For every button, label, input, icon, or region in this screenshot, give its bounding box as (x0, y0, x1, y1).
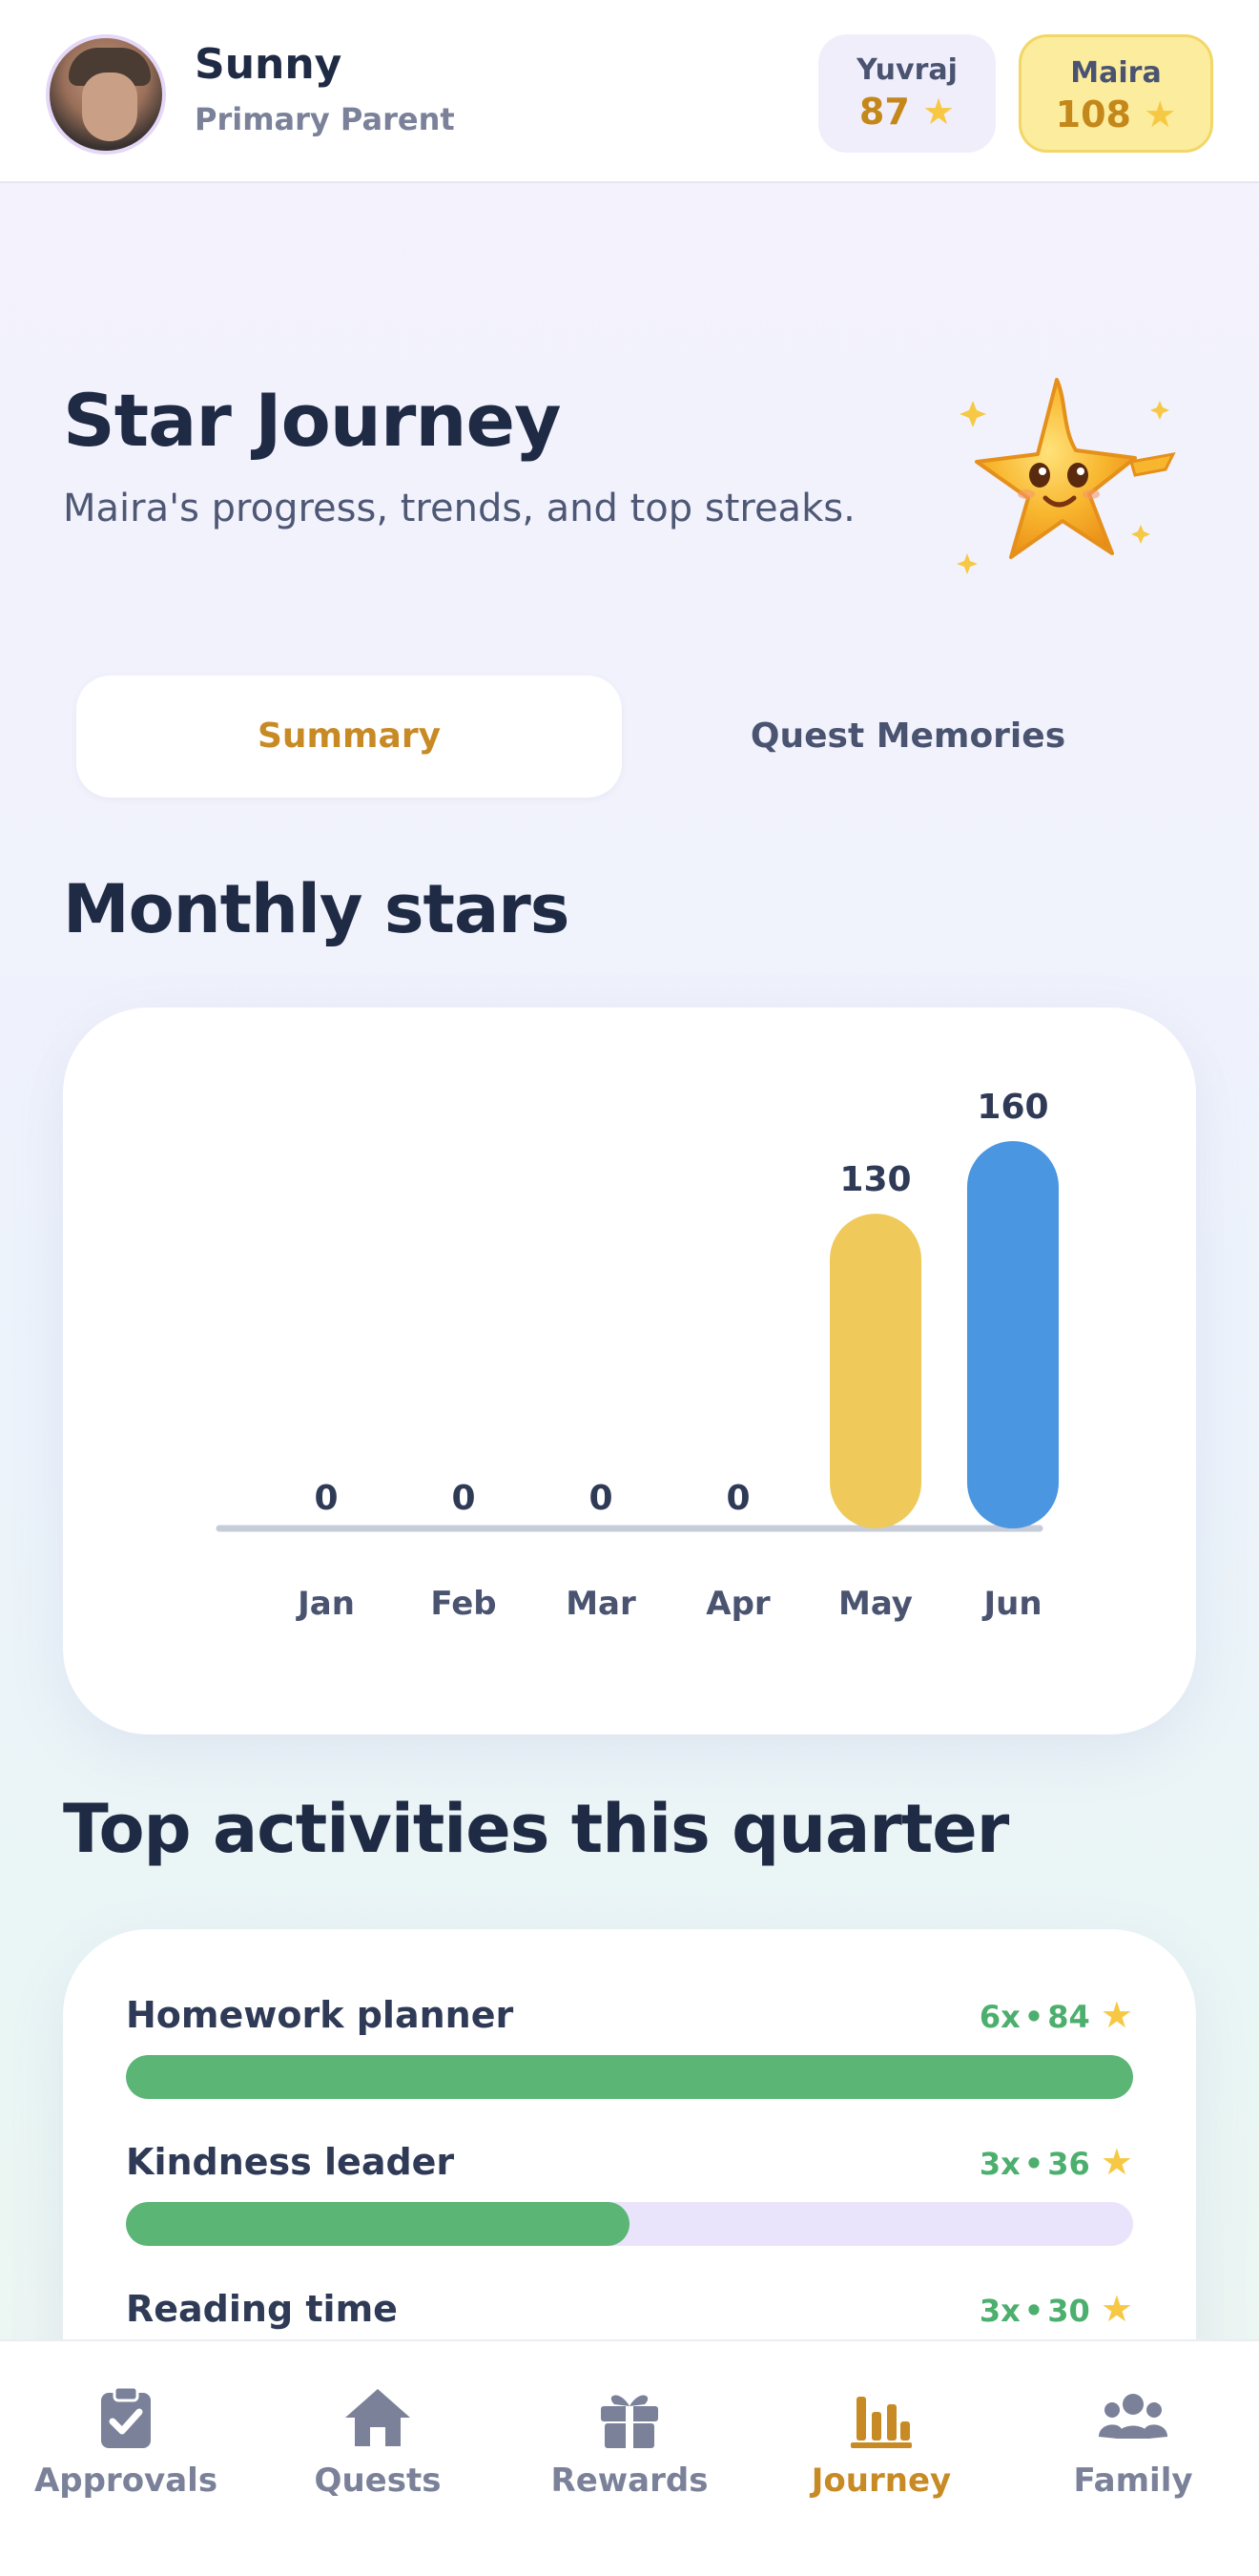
bottom-nav: Approvals Quests Rewards Journey Family (0, 2339, 1259, 2576)
page-subtitle: Maira's progress, trends, and top streak… (63, 487, 856, 530)
nav-label: Journey (811, 2462, 952, 2500)
activity-stats: 3x • 30 ★ (979, 2288, 1133, 2330)
nav-label: Approvals (33, 2462, 218, 2500)
chart-tick-label: May (838, 1585, 913, 1623)
home-icon (345, 2389, 410, 2446)
nav-label: Rewards (550, 2462, 709, 2500)
user-role: Primary Parent (195, 101, 455, 137)
nav-approvals[interactable]: Approvals (0, 2341, 252, 2532)
nav-family[interactable]: Family (1007, 2341, 1259, 2532)
monthly-stars-title: Monthly stars (63, 870, 569, 948)
top-header: Sunny Primary Parent Yuvraj 87 ★ Maira 1… (0, 0, 1259, 183)
gift-icon (601, 2395, 658, 2448)
activities-title: Top activities this quarter (63, 1790, 1009, 1868)
kid-points: 87 ★ (858, 91, 956, 133)
chart-tick-label: Apr (706, 1585, 771, 1623)
chart-data-label: 130 (839, 1160, 911, 1199)
activity-progress-track (126, 2055, 1133, 2099)
monthly-stars-chart: 0 Jan 0 Feb 0 Mar 0 Apr 130 May 160 Jun (216, 1088, 1059, 1623)
chart-tick-label: Mar (566, 1585, 636, 1623)
kid-name: Yuvraj (857, 53, 958, 87)
nav-label: Quests (314, 2462, 442, 2500)
chart-data-label: 0 (588, 1479, 612, 1518)
activity-stats: 3x • 36 ★ (979, 2141, 1133, 2183)
chart-data-label: 0 (451, 1479, 475, 1518)
kid-chip-yuvraj[interactable]: Yuvraj 87 ★ (818, 34, 996, 153)
chart-tick-label: Jan (296, 1585, 355, 1623)
chart-data-label: 0 (726, 1479, 750, 1518)
nav-label: Family (1073, 2462, 1193, 2500)
star-icon: ★ (1100, 2141, 1133, 2183)
star-icon: ★ (1100, 1994, 1133, 2036)
user-name: Sunny (195, 40, 342, 89)
clipboard-check-icon (101, 2385, 151, 2448)
activity-progress-fill (126, 2055, 1133, 2099)
activity-progress-fill (126, 2202, 630, 2246)
kid-points: 108 ★ (1055, 93, 1177, 135)
activity-name: Reading time (126, 2288, 398, 2330)
chart-data-label: 160 (977, 1088, 1048, 1127)
nav-journey[interactable]: Journey (755, 2341, 1007, 2532)
avatar-face (82, 73, 137, 141)
activity-stats: 6x • 84 ★ (979, 1994, 1133, 2036)
chart-bar-jun (967, 1141, 1059, 1528)
activity-progress-track (126, 2202, 1133, 2246)
chart-tick-label: Jun (981, 1585, 1042, 1623)
star-icon: ★ (1100, 2288, 1133, 2330)
tab-quest-memories[interactable]: Quest Memories (635, 675, 1181, 798)
star-icon: ★ (1144, 93, 1177, 135)
kid-name: Maira (1070, 56, 1162, 90)
tab-summary[interactable]: Summary (76, 675, 622, 798)
chart-bar-may (830, 1214, 921, 1528)
people-icon (1099, 2394, 1167, 2439)
nav-rewards[interactable]: Rewards (504, 2341, 755, 2532)
chart-tick-label: Feb (430, 1585, 496, 1623)
monthly-stars-card: 0 Jan 0 Feb 0 Mar 0 Apr 130 May 160 Jun (63, 1008, 1196, 1735)
star-mascot-icon (957, 378, 1176, 574)
kid-chip-maira[interactable]: Maira 108 ★ (1019, 34, 1213, 153)
bar-chart-icon (851, 2397, 912, 2448)
star-icon: ★ (922, 91, 956, 133)
avatar[interactable] (46, 34, 166, 155)
activity-name: Kindness leader (126, 2141, 455, 2183)
page-title: Star Journey (63, 378, 562, 463)
chart-data-label: 0 (314, 1479, 338, 1518)
activity-name: Homework planner (126, 1994, 514, 2036)
nav-quests[interactable]: Quests (252, 2341, 504, 2532)
